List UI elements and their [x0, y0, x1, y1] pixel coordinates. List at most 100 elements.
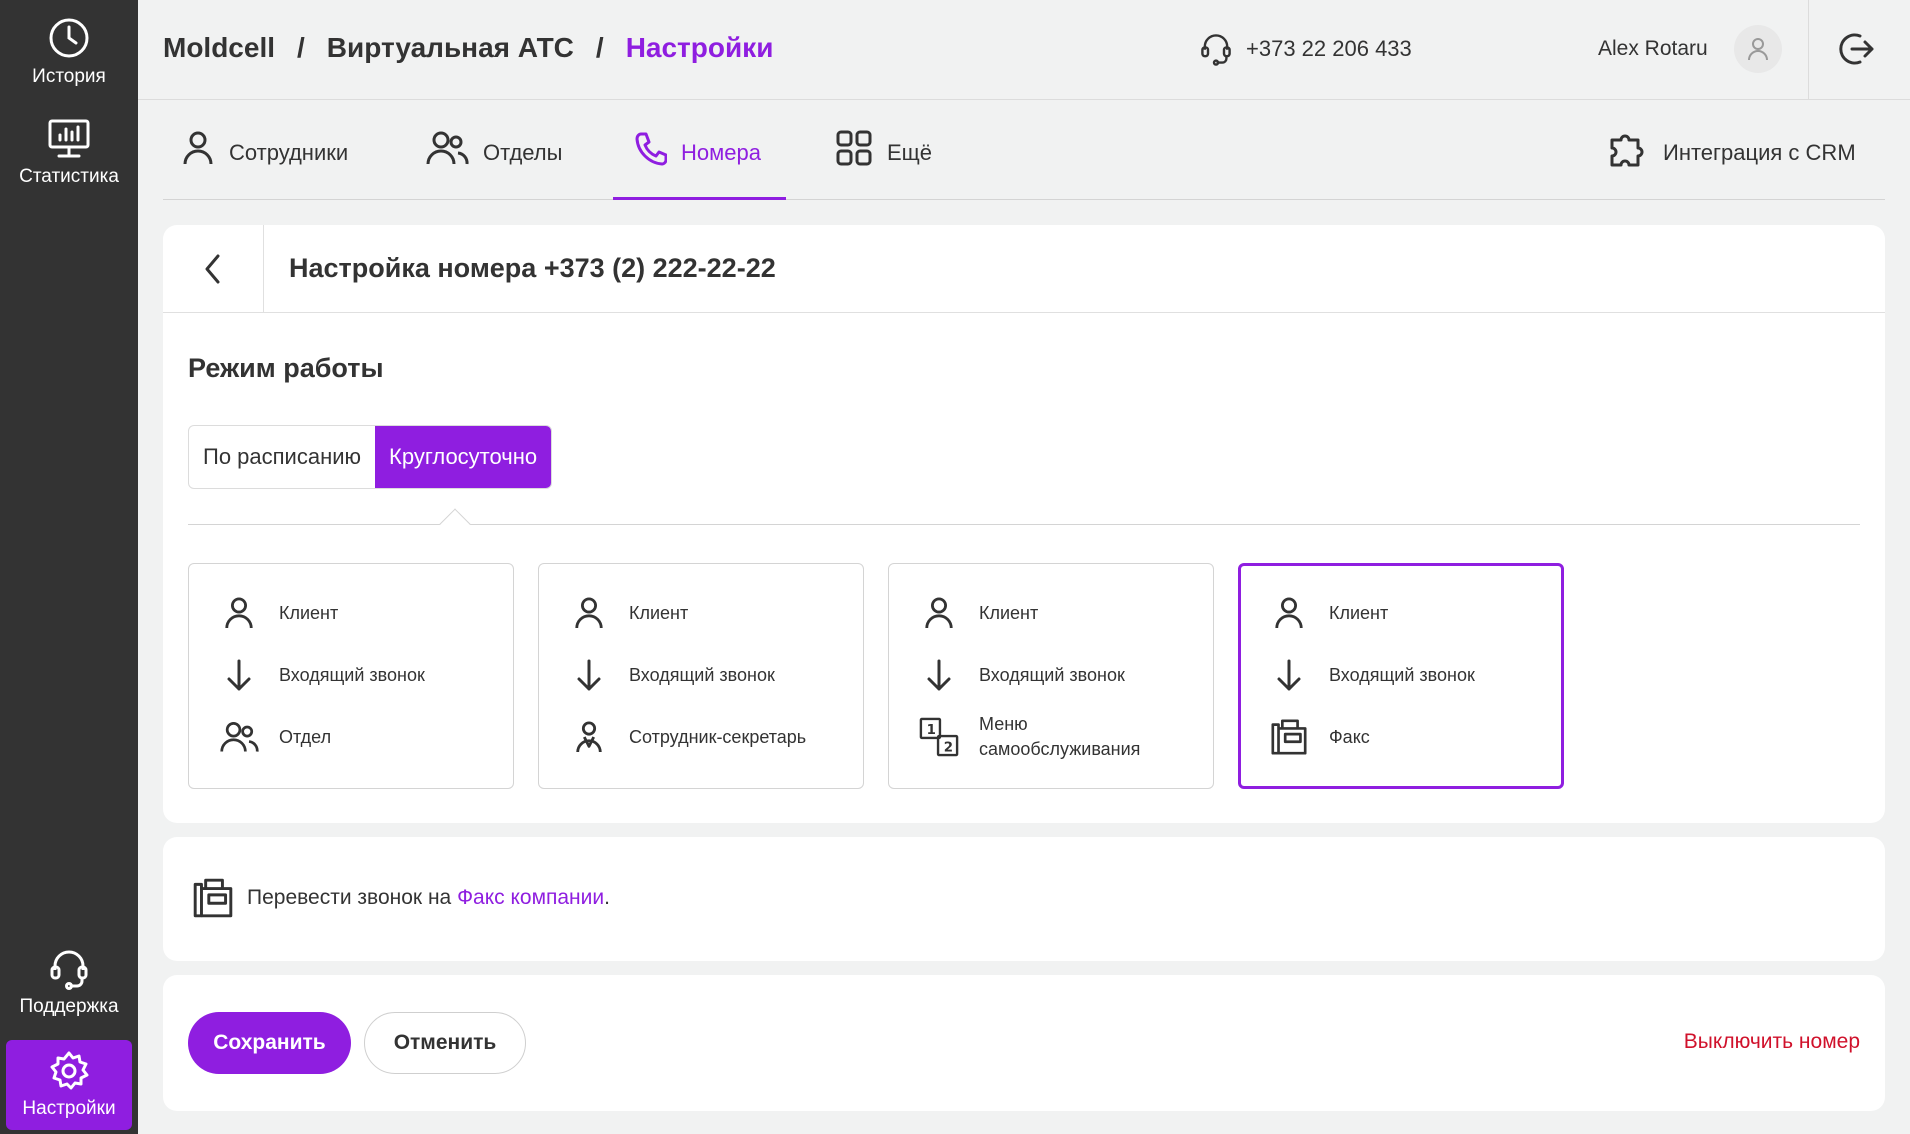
sidebar-label-history: История	[32, 66, 106, 87]
scheme-fax[interactable]: Клиент Входящий звонок Факс	[1238, 563, 1564, 789]
scheme-target-label: Сотрудник-секретарь	[629, 726, 807, 747]
tab-crm-label: Интеграция с CRM	[1663, 140, 1856, 165]
back-button[interactable]	[163, 225, 264, 313]
mode-24h-option[interactable]: Круглосуточно	[375, 426, 552, 488]
sidebar: История Статистика Поддержка Настройки	[0, 0, 138, 1134]
support-phone[interactable]: +373 22 206 433	[1200, 32, 1412, 66]
scheme-department[interactable]: Клиент Входящий звонок Отдел	[188, 563, 514, 789]
breadcrumb-virtual-pbx[interactable]: Виртуальная АТС	[327, 32, 574, 63]
sidebar-item-settings[interactable]: Настройки	[6, 1040, 132, 1130]
user-icon	[1748, 38, 1768, 61]
sidebar-item-history[interactable]: История	[0, 16, 138, 88]
scheme-client-label: Клиент	[629, 602, 689, 623]
arrow-down-icon	[227, 659, 251, 691]
actions-card: Сохранить Отменить Выключить номер	[163, 975, 1885, 1111]
ivr-menu-icon: 12	[919, 717, 959, 757]
sidebar-label-settings: Настройки	[22, 1098, 116, 1119]
header-divider	[1808, 0, 1809, 100]
tab-more-label: Ещё	[887, 140, 933, 165]
forward-info: Перевести звонок на Факс компании.	[191, 875, 610, 921]
cancel-button[interactable]: Отменить	[364, 1012, 526, 1074]
tab-more[interactable]: Ещё	[835, 128, 932, 200]
headset-icon	[50, 950, 88, 990]
forward-card: Перевести звонок на Факс компании.	[163, 837, 1885, 961]
sidebar-label-support: Поддержка	[19, 996, 119, 1017]
scheme-row-client: Клиент	[219, 594, 338, 632]
avatar[interactable]	[1734, 25, 1782, 73]
clock-icon	[49, 18, 89, 58]
svg-text:2: 2	[944, 740, 953, 755]
secretary-icon	[576, 721, 602, 753]
scheme-client-label: Клиент	[1329, 602, 1389, 623]
page-title: Настройка номера +373 (2) 222-22-22	[289, 253, 776, 283]
mode-schedule-option[interactable]: По расписанию	[189, 426, 375, 488]
headset-icon	[1201, 34, 1231, 66]
scheme-row-incoming: Входящий звонок	[1269, 658, 1475, 692]
phone-icon	[635, 132, 667, 166]
scheme-secretary[interactable]: Клиент Входящий звонок Сотрудник-секрета…	[538, 563, 864, 789]
puzzle-icon	[1610, 134, 1644, 167]
scheme-row-client: Клиент	[569, 594, 688, 632]
work-mode-switch: По расписанию Круглосуточно	[188, 425, 553, 489]
tab-employees-label: Сотрудники	[229, 140, 349, 165]
scheme-target-line2: самообслуживания	[979, 739, 1141, 759]
forward-prefix: Перевести звонок на	[247, 886, 452, 909]
scheme-incoming-label: Входящий звонок	[979, 664, 1125, 685]
number-settings-card: Настройка номера +373 (2) 222-22-22 Режи…	[163, 225, 1885, 823]
monitor-chart-icon	[48, 119, 90, 158]
gear-icon	[50, 1051, 89, 1090]
scheme-row-target: Факс	[1269, 716, 1370, 758]
users-group-icon	[426, 131, 469, 165]
tab-departments-label: Отделы	[483, 140, 563, 165]
tab-employees[interactable]: Сотрудники	[181, 128, 348, 200]
company-fax-link[interactable]: Факс компании	[457, 886, 604, 909]
arrow-down-icon	[577, 659, 601, 691]
breadcrumb-separator: /	[297, 32, 305, 63]
arrow-down-icon	[927, 659, 951, 691]
scheme-row-client: Клиент	[1269, 594, 1388, 632]
scheme-target-label: Меню самообслуживания	[979, 712, 1140, 762]
scheme-row-target: Сотрудник-секретарь	[569, 718, 806, 756]
fax-icon	[193, 878, 233, 918]
user-name[interactable]: Alex Rotaru	[1598, 37, 1708, 61]
save-button[interactable]: Сохранить	[188, 1012, 351, 1074]
grid-icon	[836, 130, 872, 166]
tab-departments[interactable]: Отделы	[425, 128, 562, 200]
user-icon	[925, 597, 953, 629]
scheme-incoming-label: Входящий звонок	[279, 664, 425, 685]
scheme-target-label: Факс	[1329, 726, 1370, 747]
scheme-row-incoming: Входящий звонок	[569, 658, 775, 692]
user-icon	[183, 131, 213, 165]
breadcrumb-moldcell[interactable]: Moldcell	[163, 32, 275, 63]
sidebar-item-support[interactable]: Поддержка	[0, 948, 138, 1018]
fax-icon	[1271, 719, 1307, 755]
scheme-target-line1: Меню	[979, 714, 1028, 734]
user-icon	[1275, 597, 1303, 629]
breadcrumb: Moldcell / Виртуальная АТС / Настройки	[163, 32, 773, 64]
scheme-client-label: Клиент	[279, 602, 339, 623]
scheme-row-target: Отдел	[219, 718, 331, 756]
user-icon	[575, 597, 603, 629]
scheme-target-label: Отдел	[279, 726, 332, 747]
sidebar-item-statistics[interactable]: Статистика	[0, 118, 138, 188]
sidebar-label-statistics: Статистика	[19, 166, 119, 187]
tab-crm-integration[interactable]: Интеграция с CRM	[1607, 128, 1856, 200]
tab-numbers[interactable]: Номера	[613, 128, 786, 200]
support-phone-number: +373 22 206 433	[1246, 36, 1412, 61]
breadcrumb-separator: /	[595, 32, 604, 63]
section-tabs: Сотрудники Отделы Номера Ещё Интеграция …	[163, 100, 1885, 200]
breadcrumb-settings: Настройки	[625, 32, 774, 63]
disable-number-button[interactable]: Выключить номер	[1684, 1030, 1860, 1054]
work-mode-title: Режим работы	[188, 353, 384, 383]
forward-suffix: .	[604, 886, 610, 909]
scheme-incoming-label: Входящий звонок	[1329, 664, 1475, 685]
tab-numbers-label: Номера	[681, 140, 761, 165]
logout-button[interactable]	[1838, 30, 1876, 73]
svg-text:1: 1	[927, 723, 936, 738]
scheme-row-client: Клиент	[919, 594, 1038, 632]
scheme-row-target: 12 Меню самообслуживания	[919, 712, 1140, 762]
top-header: Moldcell / Виртуальная АТС / Настройки +373 …	[138, 0, 1910, 100]
scheme-incoming-label: Входящий звонок	[629, 664, 775, 685]
chevron-left-icon	[205, 254, 220, 284]
scheme-ivr[interactable]: Клиент Входящий звонок 12 Меню самообслуж…	[888, 563, 1214, 789]
